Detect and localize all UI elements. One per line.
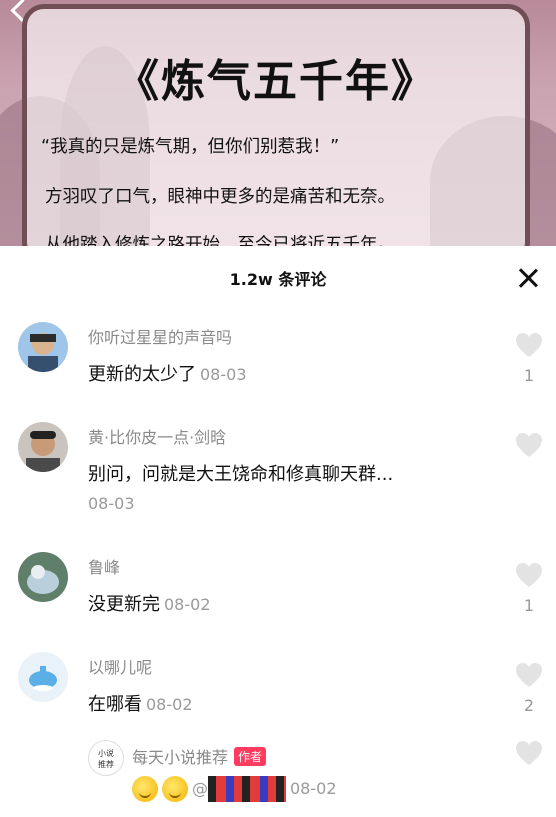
like-button[interactable] — [512, 432, 546, 466]
comment-text: 更新的太少了 — [88, 364, 196, 385]
like-count: 2 — [523, 696, 535, 715]
like-button[interactable]: 1 — [512, 332, 546, 385]
comment-time: 08-03 — [88, 494, 135, 513]
reply-time: 08-02 — [290, 779, 337, 798]
redacted-username — [208, 776, 286, 802]
excerpt-line: 从他踏入修炼之路开始，至今已将近五千年。 — [45, 235, 395, 246]
comment-author[interactable]: 以哪儿呢 — [88, 654, 152, 678]
heart-icon — [516, 663, 542, 687]
heart-icon — [516, 563, 542, 587]
author-badge: 作者 — [234, 747, 267, 766]
comment-text-line: 更新的太少了 08-03 — [88, 360, 247, 386]
grin-emoji-icon — [132, 776, 158, 802]
like-count: 1 — [523, 366, 535, 385]
comment-time: 08-02 — [164, 595, 211, 614]
like-button[interactable]: 2 — [512, 662, 546, 715]
close-icon[interactable] — [518, 268, 538, 288]
comment-text: 在哪看 — [88, 694, 142, 715]
like-button[interactable] — [512, 740, 546, 770]
like-button[interactable]: 1 — [512, 562, 546, 615]
like-count: 1 — [523, 596, 535, 615]
comment-author[interactable]: 你听过星星的声音吗 — [88, 324, 232, 348]
avatar[interactable] — [18, 552, 68, 602]
comment-text-line: 在哪看 08-02 — [88, 690, 193, 716]
excerpt-line: 方羽叹了口气，眼神中更多的是痛苦和无奈。 — [45, 187, 395, 207]
comment-text: 别问，问就是大王饶命和修真聊天群... — [88, 464, 394, 485]
mention[interactable]: @ — [192, 779, 208, 798]
comment-time: 08-02 — [146, 695, 193, 714]
book-title: 《炼气五千年》 — [115, 56, 437, 107]
avatar-stamp-text: 小说 — [98, 748, 114, 758]
comment-time: 08-03 — [200, 365, 247, 384]
avatar[interactable] — [18, 322, 68, 372]
reply-author-line: 每天小说推荐 作者 — [132, 744, 267, 768]
avatar[interactable] — [18, 652, 68, 702]
excerpt-line: “我真的只是炼气期，但你们别惹我！” — [41, 137, 340, 157]
comment-author[interactable]: 鲁峰 — [88, 554, 120, 578]
novel-excerpt-card: 《炼气五千年》 “我真的只是炼气期，但你们别惹我！” 方羽叹了口气，眼神中更多的… — [22, 4, 530, 246]
reply-avatar-art: 小说 推荐 — [98, 748, 114, 769]
comment-author[interactable]: 黄·比你皮一点·剑晗 — [88, 424, 226, 448]
grin-emoji-icon — [162, 776, 188, 802]
avatar-stamp-text: 推荐 — [98, 759, 114, 769]
comment-count-title: 1.2w 条评论 — [229, 270, 327, 289]
avatar[interactable] — [18, 422, 68, 472]
comment-sheet-header: 1.2w 条评论 — [0, 246, 556, 308]
comment-sheet: 1.2w 条评论 你听过星星的声音吗 更新的太少了 08-03 1 黄·比你皮一点… — [0, 246, 556, 817]
reply-avatar[interactable]: 小说 推荐 — [88, 740, 124, 776]
heart-icon — [516, 433, 542, 457]
comment-text-line: 没更新完 08-02 — [88, 590, 211, 616]
reply-content: @08-02 — [132, 776, 337, 802]
comment-text: 没更新完 — [88, 594, 160, 615]
reply-author[interactable]: 每天小说推荐 — [132, 748, 228, 767]
video-preview[interactable]: 《炼气五千年》 “我真的只是炼气期，但你们别惹我！” 方羽叹了口气，眼神中更多的… — [0, 0, 556, 246]
heart-icon — [516, 333, 542, 357]
heart-icon — [516, 741, 542, 765]
